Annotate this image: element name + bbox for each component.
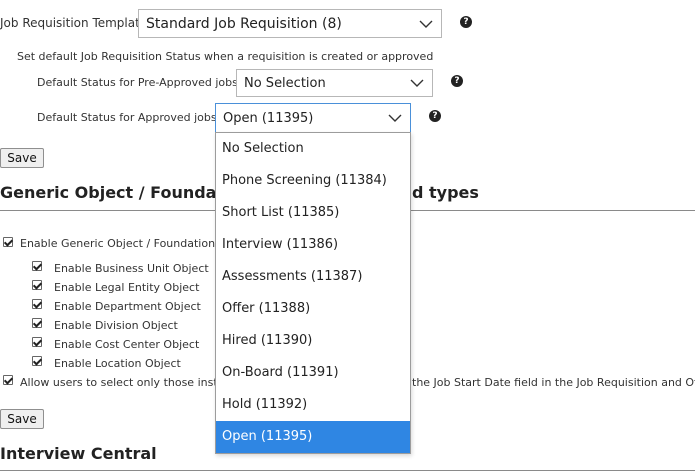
help-icon[interactable]: ?	[451, 75, 463, 87]
dropdown-option[interactable]: Hired (11390)	[216, 325, 410, 357]
help-icon[interactable]: ?	[460, 16, 472, 28]
section-title-generic-right: d types	[412, 183, 479, 202]
section-title-interview: Interview Central	[0, 444, 157, 463]
approved-select[interactable]: Open (11395)	[215, 103, 411, 133]
allow-users-checkbox[interactable]	[3, 375, 13, 385]
dropdown-option[interactable]: Phone Screening (11384)	[216, 165, 410, 197]
save-button[interactable]: Save	[0, 148, 44, 168]
enable-business-unit-label: Enable Business Unit Object	[54, 262, 209, 275]
template-label: Job Requisition Template	[0, 16, 148, 30]
pre-approved-select[interactable]: No Selection	[236, 69, 433, 97]
dropdown-option[interactable]: Interview (11386)	[216, 229, 410, 261]
approved-label: Default Status for Approved jobs	[37, 111, 217, 124]
enable-generic-checkbox[interactable]	[3, 237, 13, 247]
pre-approved-select-value: No Selection	[244, 75, 326, 91]
enable-location-checkbox[interactable]	[32, 356, 42, 366]
enable-business-unit-checkbox[interactable]	[32, 261, 42, 271]
enable-cost-center-label: Enable Cost Center Object	[54, 338, 200, 351]
chevron-down-icon	[410, 79, 424, 87]
section-divider	[0, 470, 695, 471]
enable-legal-entity-label: Enable Legal Entity Object	[54, 281, 200, 294]
allow-users-label-left: Allow users to select only those insta	[20, 376, 225, 389]
enable-division-label: Enable Division Object	[54, 319, 178, 332]
pre-approved-label: Default Status for Pre-Approved jobs	[37, 76, 238, 89]
enable-department-checkbox[interactable]	[32, 299, 42, 309]
enable-cost-center-checkbox[interactable]	[32, 337, 42, 347]
approved-select-value: Open (11395)	[223, 110, 314, 126]
dropdown-option[interactable]: Assessments (11387)	[216, 261, 410, 293]
dropdown-option[interactable]: Offer (11388)	[216, 293, 410, 325]
approved-status-dropdown-list[interactable]: No Selection Phone Screening (11384) Sho…	[215, 132, 411, 454]
dropdown-option-selected[interactable]: Open (11395)	[216, 421, 410, 453]
save-button[interactable]: Save	[0, 409, 44, 429]
dropdown-option[interactable]: On-Board (11391)	[216, 357, 410, 389]
enable-department-label: Enable Department Object	[54, 300, 201, 313]
template-select-value: Standard Job Requisition (8)	[146, 15, 342, 32]
dropdown-option[interactable]: Short List (11385)	[216, 197, 410, 229]
chevron-down-icon	[419, 20, 433, 28]
section-title-generic-left: Generic Object / Foundati	[0, 183, 230, 202]
enable-generic-label: Enable Generic Object / Foundation O	[20, 237, 228, 250]
enable-location-label: Enable Location Object	[54, 357, 181, 370]
dropdown-option[interactable]: No Selection	[216, 133, 410, 165]
template-select[interactable]: Standard Job Requisition (8)	[138, 9, 442, 38]
enable-legal-entity-checkbox[interactable]	[32, 280, 42, 290]
help-icon[interactable]: ?	[429, 110, 441, 122]
dropdown-option[interactable]: Hold (11392)	[216, 389, 410, 421]
status-note: Set default Job Requisition Status when …	[17, 50, 434, 63]
allow-users-label-right: the Job Start Date field in the Job Requ…	[412, 376, 695, 389]
chevron-down-icon	[388, 114, 402, 122]
enable-division-checkbox[interactable]	[32, 318, 42, 328]
